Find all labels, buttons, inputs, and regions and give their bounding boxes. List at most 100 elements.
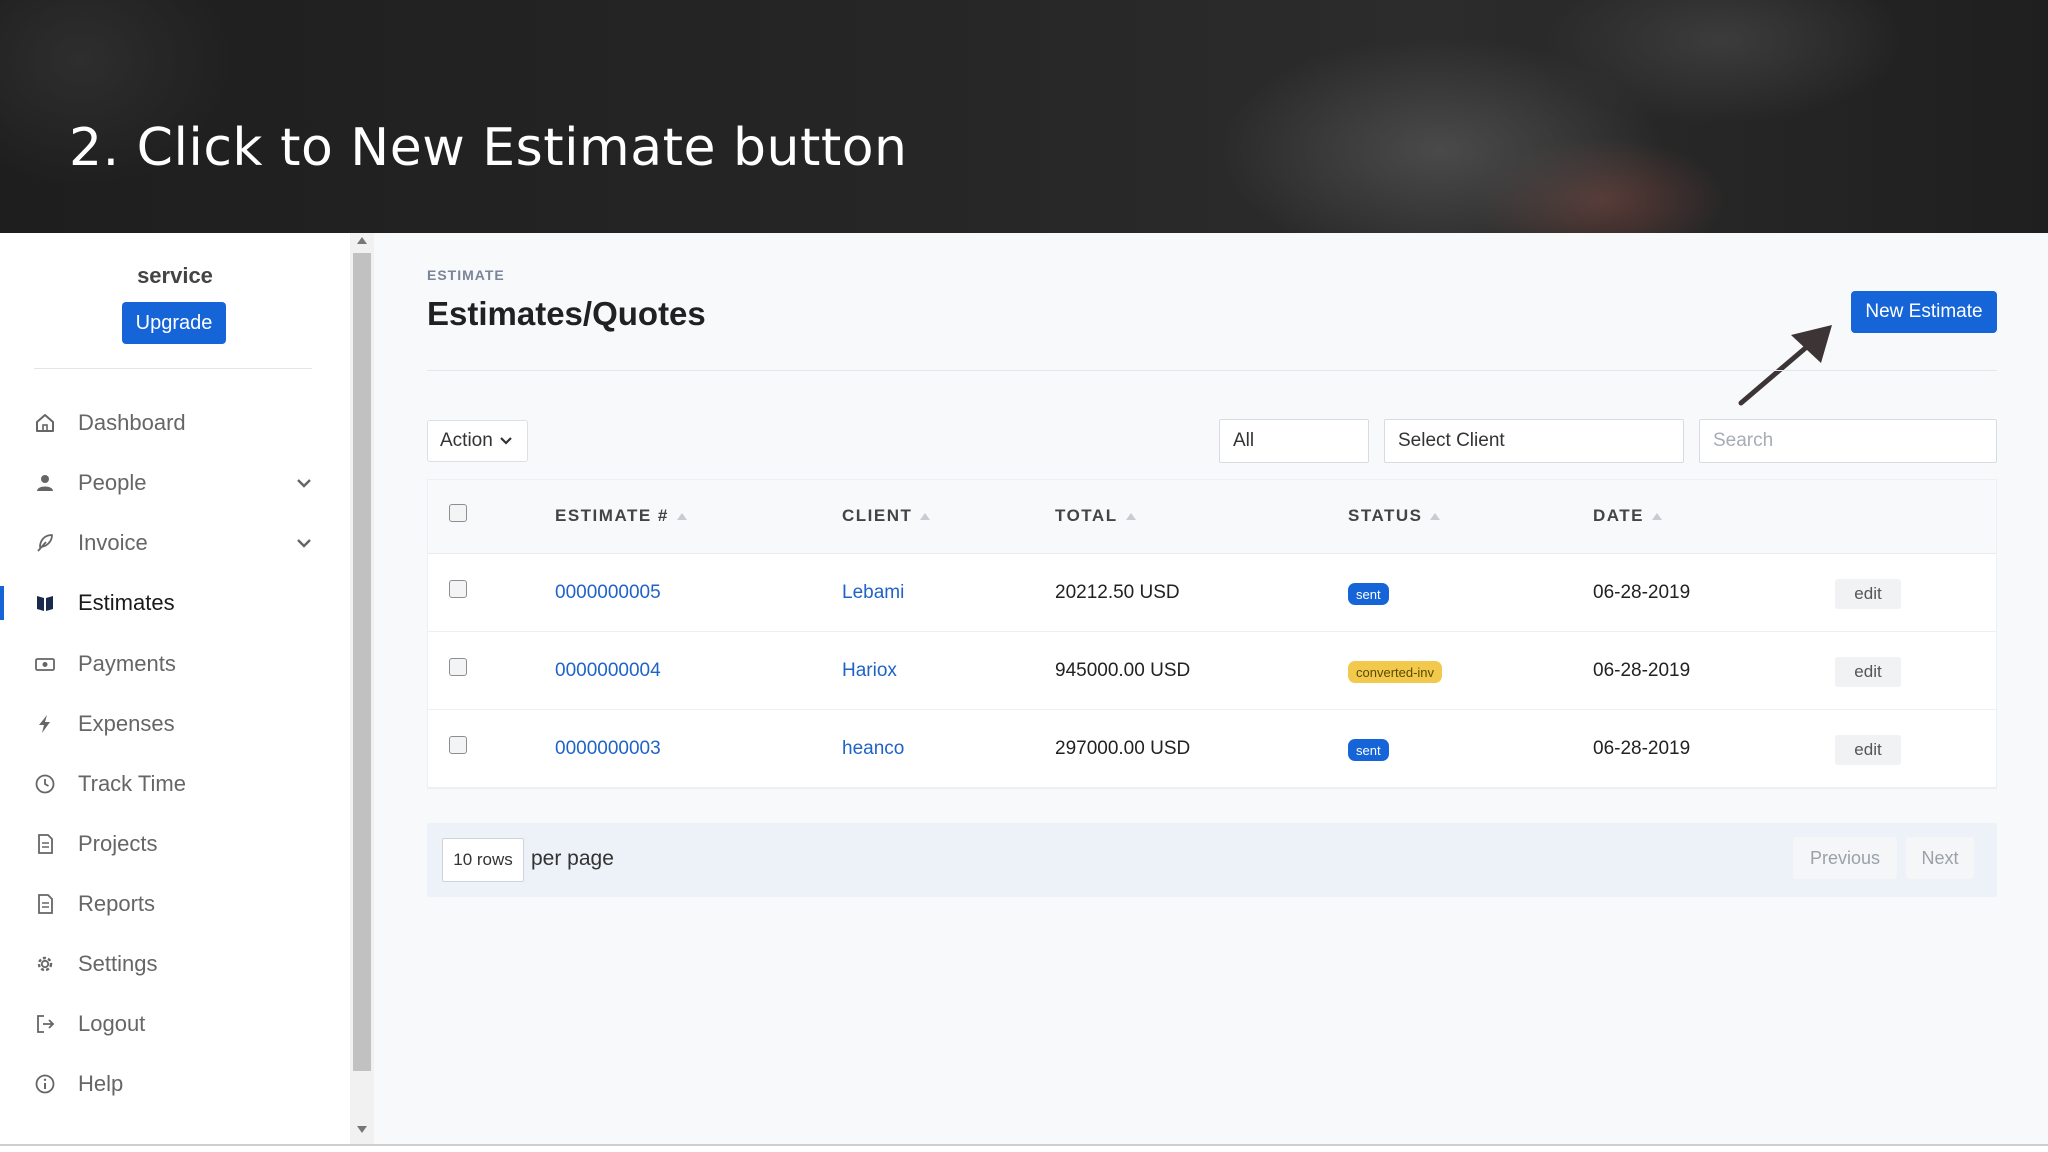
banner-title: 2. Click to New Estimate button	[69, 118, 908, 178]
date-value: 06-28-2019	[1593, 738, 1691, 759]
sidebar-item-label: Expenses	[78, 711, 175, 736]
sidebar: service Upgrade Dashboard People Invoice	[0, 233, 350, 1145]
sidebar-item-label: Reports	[78, 891, 156, 916]
window-bottom-border	[0, 1144, 2048, 1146]
previous-button[interactable]: Previous	[1793, 837, 1897, 879]
active-indicator	[0, 586, 4, 620]
sidebar-item-label: Logout	[78, 1011, 146, 1036]
total-value: 297000.00 USD	[1055, 738, 1191, 759]
document-icon	[32, 831, 58, 857]
brand-name: service	[137, 263, 213, 288]
sidebar-item-settings[interactable]: Settings	[0, 941, 330, 987]
sidebar-item-label: Estimates	[78, 590, 175, 615]
table-row: 0000000005 Lebami 20212.50 USD sent 06-2…	[428, 554, 1996, 632]
sidebar-item-label: Help	[78, 1071, 124, 1096]
pointer-arrow-icon	[1738, 325, 1832, 406]
sidebar-item-label: Dashboard	[78, 410, 186, 435]
edit-button[interactable]: edit	[1835, 735, 1901, 765]
table-header: ESTIMATE # CLIENT TOTAL STATUS DATE	[428, 480, 1996, 554]
app-window: service Upgrade Dashboard People Invoice	[0, 233, 2048, 1145]
main-content: ESTIMATE Estimates/Quotes New Estimate A…	[374, 233, 2048, 1145]
search-input[interactable]: Search	[1699, 419, 1997, 463]
clock-icon	[32, 771, 58, 797]
total-value: 945000.00 USD	[1055, 660, 1191, 681]
document-icon	[32, 891, 58, 917]
chevron-down-icon[interactable]	[294, 473, 314, 493]
column-label: CLIENT	[842, 506, 913, 525]
estimate-number-link[interactable]: 0000000004	[555, 660, 661, 682]
sidebar-item-help[interactable]: Help	[0, 1061, 330, 1107]
sidebar-item-track-time[interactable]: Track Time	[0, 761, 330, 807]
column-label: STATUS	[1348, 506, 1423, 525]
sidebar-item-people[interactable]: People	[0, 460, 330, 506]
sidebar-item-label: Invoice	[78, 530, 148, 555]
client-link[interactable]: heanco	[842, 738, 904, 760]
pagination-bar: 10 rows per page Previous Next	[427, 823, 1997, 897]
column-label: ESTIMATE #	[555, 506, 669, 525]
total-value: 20212.50 USD	[1055, 582, 1180, 603]
column-header-client[interactable]: CLIENT	[842, 506, 931, 526]
estimates-table: ESTIMATE # CLIENT TOTAL STATUS DATE 0000…	[427, 479, 1997, 789]
date-value: 06-28-2019	[1593, 660, 1691, 681]
sort-icon	[920, 512, 931, 520]
column-header-total[interactable]: TOTAL	[1055, 506, 1136, 526]
sidebar-item-payments[interactable]: Payments	[0, 641, 330, 687]
new-estimate-button[interactable]: New Estimate	[1851, 291, 1997, 333]
sidebar-item-label: People	[78, 470, 147, 495]
row-checkbox[interactable]	[449, 580, 467, 598]
per-page-label: per page	[531, 847, 614, 870]
edit-button[interactable]: edit	[1835, 657, 1901, 687]
sort-icon	[1652, 512, 1663, 520]
action-dropdown[interactable]: Action	[427, 420, 528, 462]
status-filter-select[interactable]: All	[1219, 419, 1369, 463]
logout-icon	[32, 1011, 58, 1037]
client-link[interactable]: Hariox	[842, 660, 897, 682]
home-icon	[32, 410, 58, 436]
info-icon	[32, 1071, 58, 1097]
sidebar-scrollbar[interactable]	[350, 233, 374, 1145]
sort-icon	[1125, 512, 1136, 520]
scroll-down-arrow-icon[interactable]	[357, 1126, 367, 1133]
sidebar-item-reports[interactable]: Reports	[0, 881, 330, 927]
estimate-number-link[interactable]: 0000000003	[555, 738, 661, 760]
status-badge: converted-inv	[1348, 661, 1443, 683]
sort-icon	[676, 512, 687, 520]
table-row: 0000000003 heanco 297000.00 USD sent 06-…	[428, 710, 1996, 788]
sidebar-item-label: Track Time	[78, 771, 186, 796]
book-icon	[32, 590, 58, 616]
sidebar-item-dashboard[interactable]: Dashboard	[0, 400, 330, 446]
date-value: 06-28-2019	[1593, 582, 1691, 603]
client-link[interactable]: Lebami	[842, 582, 904, 604]
sidebar-item-expenses[interactable]: Expenses	[0, 701, 330, 747]
row-checkbox[interactable]	[449, 658, 467, 676]
sidebar-item-label: Payments	[78, 651, 176, 676]
column-header-date[interactable]: DATE	[1593, 506, 1663, 526]
column-label: TOTAL	[1055, 506, 1118, 525]
page-title: Estimates/Quotes	[427, 295, 706, 332]
sidebar-item-logout[interactable]: Logout	[0, 1001, 330, 1047]
title-divider	[427, 370, 1997, 371]
feather-icon	[32, 530, 58, 556]
estimate-number-link[interactable]: 0000000005	[555, 582, 661, 604]
gear-icon	[32, 951, 58, 977]
scroll-up-arrow-icon[interactable]	[357, 237, 367, 244]
table-row: 0000000004 Hariox 945000.00 USD converte…	[428, 632, 1996, 710]
client-filter-select[interactable]: Select Client	[1384, 419, 1684, 463]
instruction-banner: 2. Click to New Estimate button	[0, 0, 2048, 233]
edit-button[interactable]: edit	[1835, 579, 1901, 609]
sidebar-divider	[34, 368, 312, 369]
bolt-icon	[32, 711, 58, 737]
chevron-down-icon[interactable]	[294, 533, 314, 553]
sidebar-item-projects[interactable]: Projects	[0, 821, 330, 867]
upgrade-button[interactable]: Upgrade	[122, 302, 226, 344]
sidebar-item-invoice[interactable]: Invoice	[0, 520, 330, 566]
select-all-checkbox[interactable]	[449, 504, 467, 522]
row-checkbox[interactable]	[449, 736, 467, 754]
column-header-estimate[interactable]: ESTIMATE #	[555, 506, 687, 526]
chevron-down-icon	[500, 437, 512, 445]
next-button[interactable]: Next	[1906, 837, 1974, 879]
rows-per-page-select[interactable]: 10 rows	[442, 838, 524, 882]
column-header-status[interactable]: STATUS	[1348, 506, 1441, 526]
scroll-thumb[interactable]	[353, 253, 371, 1071]
sidebar-item-estimates[interactable]: Estimates	[0, 580, 330, 626]
